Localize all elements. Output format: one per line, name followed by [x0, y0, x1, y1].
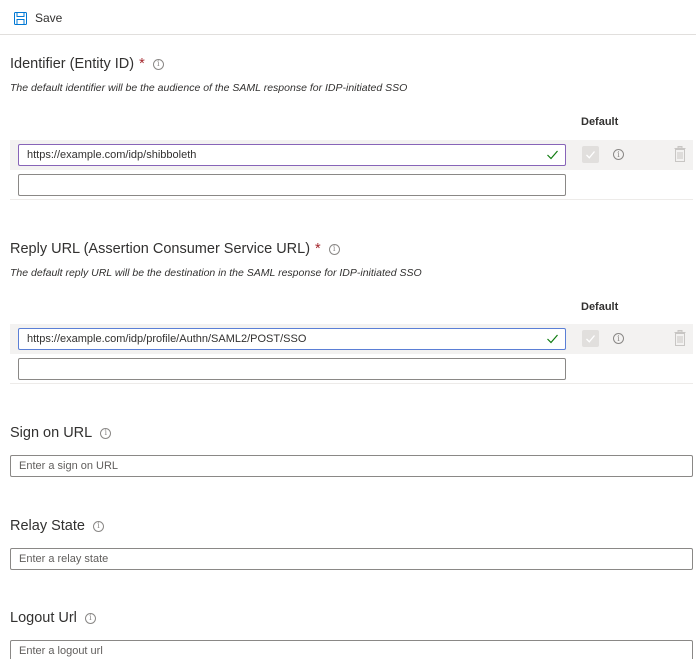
relay-state-input[interactable]: Enter a relay state — [10, 548, 693, 570]
reply-url-new-input[interactable] — [18, 358, 566, 380]
identifier-description: The default identifier will be the audie… — [10, 82, 408, 94]
identifier-value: https://example.com/idp/shibboleth — [27, 149, 197, 161]
reply-url-input[interactable]: https://example.com/idp/profile/Authn/SA… — [18, 328, 566, 350]
logout-url-placeholder: Enter a logout url — [19, 645, 103, 657]
save-label: Save — [35, 11, 63, 25]
identifier-title: Identifier (Entity ID) — [10, 56, 135, 72]
required-marker: * — [139, 56, 145, 72]
identifier-input[interactable]: https://example.com/idp/shibboleth — [18, 144, 566, 166]
delete-icon[interactable] — [674, 330, 686, 351]
divider — [10, 383, 693, 384]
identifier-title-row: Identifier (Entity ID) * i — [10, 56, 164, 72]
save-icon — [14, 11, 27, 25]
command-bar: Save — [0, 0, 696, 35]
info-icon[interactable]: i — [152, 58, 164, 70]
reply-url-title-row: Reply URL (Assertion Consumer Service UR… — [10, 241, 340, 257]
identifier-default-header: Default — [581, 116, 619, 128]
logout-url-title: Logout Url — [10, 610, 77, 626]
required-marker: * — [315, 241, 321, 257]
sign-on-url-placeholder: Enter a sign on URL — [19, 460, 119, 472]
relay-state-placeholder: Enter a relay state — [19, 553, 109, 565]
relay-state-title: Relay State — [10, 518, 85, 534]
logout-url-title-row: Logout Url i — [10, 610, 96, 626]
valid-check-icon — [546, 332, 559, 348]
reply-url-default-checkbox[interactable] — [582, 330, 599, 347]
reply-url-description: The default reply URL will be the destin… — [10, 267, 422, 279]
info-icon[interactable]: i — [613, 149, 624, 160]
identifier-new-input[interactable] — [18, 174, 566, 196]
delete-icon[interactable] — [674, 146, 686, 167]
info-icon[interactable]: i — [84, 612, 96, 624]
sign-on-url-title: Sign on URL — [10, 425, 93, 441]
identifier-default-checkbox[interactable] — [582, 146, 599, 163]
info-icon[interactable]: i — [92, 520, 104, 532]
reply-url-title: Reply URL (Assertion Consumer Service UR… — [10, 241, 311, 257]
info-icon[interactable]: i — [100, 427, 112, 439]
info-icon[interactable]: i — [613, 333, 624, 344]
save-button[interactable]: Save — [14, 8, 62, 28]
divider — [10, 199, 693, 200]
valid-check-icon — [546, 148, 559, 164]
relay-state-title-row: Relay State i — [10, 518, 104, 534]
reply-url-value: https://example.com/idp/profile/Authn/SA… — [27, 333, 307, 345]
sign-on-url-title-row: Sign on URL i — [10, 425, 112, 441]
reply-url-default-header: Default — [581, 301, 619, 313]
logout-url-input[interactable]: Enter a logout url — [10, 640, 693, 659]
info-icon[interactable]: i — [328, 243, 340, 255]
sign-on-url-input[interactable]: Enter a sign on URL — [10, 455, 693, 477]
